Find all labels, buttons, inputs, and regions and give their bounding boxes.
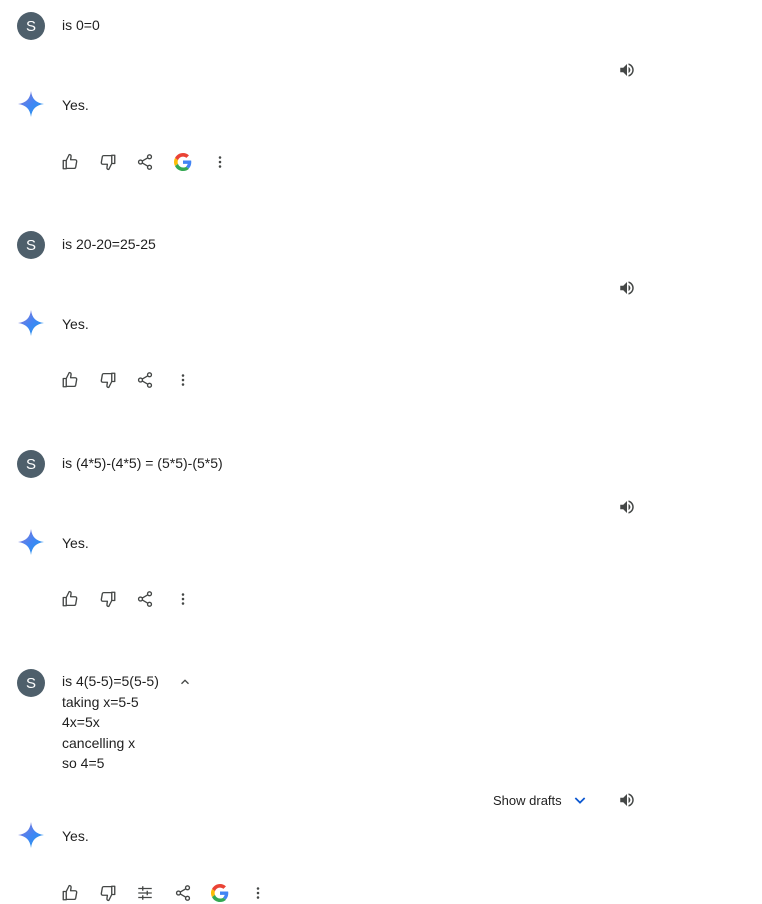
user-avatar: S [17,669,45,697]
thumbs-up-icon[interactable] [59,588,81,610]
thumbs-down-icon[interactable] [97,882,119,904]
tune-icon[interactable] [134,882,156,904]
user-prompt: is 0=0 [62,15,100,36]
prompt-line: cancelling x [62,734,136,751]
gemini-sparkle-icon [17,90,45,118]
user-avatar: S [17,12,45,40]
response-text: Yes. [62,535,89,551]
gemini-sparkle-icon [17,821,45,849]
response-text: Yes. [62,828,89,844]
gemini-sparkle-icon [17,528,45,556]
prompt-line: so 4=5 [62,755,105,771]
prompt-line: is 4(5-5)=5(5-5) [62,673,159,689]
prompt-line: is (4*5)-(4*5) = (5*5)-(5*5) [62,455,223,471]
prompt-line: is 20-20=25-25 [62,236,156,252]
google-icon[interactable] [172,151,194,173]
chevron-down-icon [572,792,588,808]
prompt-line: taking x=5-5 [62,693,139,710]
thumbs-down-icon[interactable] [97,151,119,173]
prompt-line: 4x=5x [62,714,100,730]
gemini-sparkle-icon [17,309,45,337]
more-vert-icon[interactable] [172,369,194,391]
listen-speaker-icon[interactable] [616,789,638,811]
user-prompt: is (4*5)-(4*5) = (5*5)-(5*5) [62,453,223,474]
user-prompt: is 4(5-5)=5(5-5) taking x=5-5 4x=5x canc… [62,671,159,774]
thumbs-up-icon[interactable] [59,882,81,904]
show-drafts-label: Show drafts [493,792,562,808]
thumbs-down-icon[interactable] [97,369,119,391]
user-prompt: is 20-20=25-25 [62,234,156,255]
user-avatar: S [17,450,45,478]
more-vert-icon[interactable] [209,151,231,173]
prompt-line: is 0=0 [62,17,100,33]
collapse-prompt-chevron-up-icon[interactable] [176,673,194,691]
share-icon[interactable] [134,588,156,610]
listen-speaker-icon[interactable] [616,59,638,81]
google-icon[interactable] [209,882,231,904]
response-text: Yes. [62,316,89,332]
show-drafts-button[interactable]: Show drafts [493,790,588,810]
more-vert-icon[interactable] [247,882,269,904]
user-avatar: S [17,231,45,259]
more-vert-icon[interactable] [172,588,194,610]
share-icon[interactable] [172,882,194,904]
thumbs-up-icon[interactable] [59,151,81,173]
listen-speaker-icon[interactable] [616,277,638,299]
share-icon[interactable] [134,369,156,391]
thumbs-down-icon[interactable] [97,588,119,610]
response-text: Yes. [62,97,89,113]
listen-speaker-icon[interactable] [616,496,638,518]
share-icon[interactable] [134,151,156,173]
thumbs-up-icon[interactable] [59,369,81,391]
